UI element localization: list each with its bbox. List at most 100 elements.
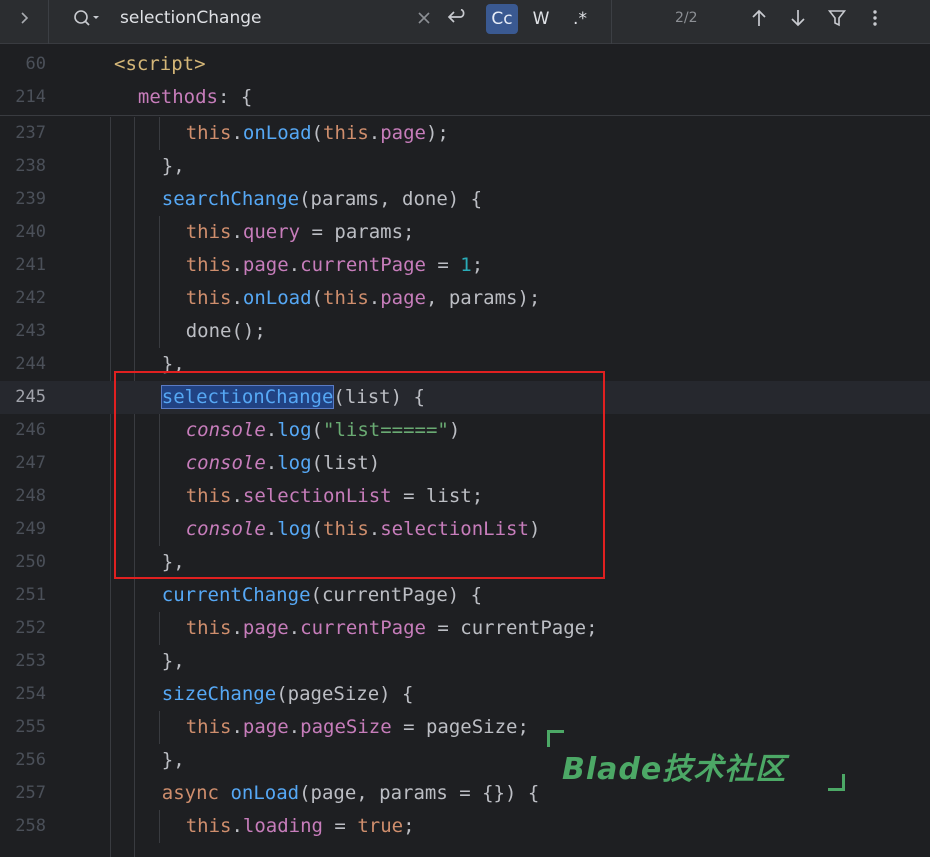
- code-line[interactable]: 258 this.loading = true;: [0, 810, 930, 843]
- code-token: =: [322, 815, 358, 837]
- code-token: page: [242, 254, 289, 276]
- find-bar: selectionChange Cc W .* 2/2: [0, 0, 930, 44]
- code-token: methods: [137, 86, 218, 108]
- code-token: ;: [403, 815, 415, 837]
- code-token: .: [231, 221, 243, 243]
- line-number: 257: [15, 783, 46, 803]
- code-line[interactable]: 240 this.query = params;: [0, 216, 930, 249]
- watermark-bracket-right: [828, 774, 845, 791]
- code-token: (currentPage) {: [310, 584, 483, 606]
- code-token: .: [288, 254, 301, 276]
- code-token: onLoad: [230, 782, 300, 804]
- expand-replace-chevron-icon[interactable]: [10, 0, 40, 36]
- code-line[interactable]: 237 this.onLoad(this.page);: [0, 117, 930, 150]
- line-number: 250: [15, 552, 46, 572]
- code-line[interactable]: 238},: [0, 150, 930, 183]
- code-text: },: [162, 150, 185, 183]
- code-text: },: [162, 744, 185, 777]
- line-number: 60: [25, 54, 46, 74]
- clear-search-icon[interactable]: [412, 0, 436, 36]
- code-line[interactable]: 257 async onLoad(page, params = {}) {: [0, 777, 930, 810]
- code-token: .: [231, 815, 243, 837]
- code-token: },: [161, 155, 185, 177]
- code-token: (params, done) {: [299, 188, 483, 210]
- code-line[interactable]: 60 <script>: [0, 48, 930, 81]
- code-line[interactable]: 243 done();: [0, 315, 930, 348]
- code-token: = pageSize;: [391, 716, 529, 738]
- line-number: 240: [15, 222, 46, 242]
- next-occurrence-arrow-down-icon[interactable]: [785, 0, 811, 36]
- code-token: page: [242, 617, 289, 639]
- code-token: (: [311, 122, 323, 144]
- line-number: 258: [15, 816, 46, 836]
- code-token: 1: [460, 254, 472, 276]
- code-text: },: [162, 645, 185, 678]
- code-token: (pageSize) {: [276, 683, 414, 705]
- code-token: , params);: [425, 287, 541, 309]
- code-token: },: [161, 650, 185, 672]
- words-toggle[interactable]: W: [526, 4, 556, 34]
- code-token: query: [242, 221, 301, 243]
- code-line[interactable]: 214 methods: {: [0, 81, 930, 114]
- code-line[interactable]: 242 this.onLoad(this.page, params);: [0, 282, 930, 315]
- code-text: async onLoad(page, params = {}) {: [162, 777, 540, 810]
- line-number: 214: [15, 87, 46, 107]
- watermark: Blade技术社区: [562, 752, 787, 787]
- previous-occurrence-arrow-up-icon[interactable]: [746, 0, 772, 36]
- more-options-icon[interactable]: [864, 0, 886, 36]
- line-number: 244: [15, 354, 46, 374]
- code-token: true: [357, 815, 404, 837]
- regex-toggle[interactable]: .*: [565, 4, 595, 34]
- code-token: },: [161, 749, 185, 771]
- code-token: <script>: [114, 53, 206, 75]
- code-text: done();: [186, 315, 266, 348]
- code-line[interactable]: 256},: [0, 744, 930, 777]
- code-token: .: [288, 617, 301, 639]
- code-token: this: [185, 617, 232, 639]
- code-text: this.query = params;: [186, 216, 415, 249]
- filter-icon[interactable]: [824, 0, 850, 36]
- code-line[interactable]: 255 this.page.pageSize = pageSize;: [0, 711, 930, 744]
- code-token: .: [231, 617, 243, 639]
- line-number: 242: [15, 288, 46, 308]
- search-input[interactable]: selectionChange: [120, 0, 262, 36]
- line-number: 239: [15, 189, 46, 209]
- code-token: (: [311, 287, 323, 309]
- code-token: : {: [217, 86, 253, 108]
- line-number: 245: [15, 387, 46, 407]
- code-token: page: [242, 716, 289, 738]
- code-token: .: [368, 287, 381, 309]
- line-number: 237: [15, 123, 46, 143]
- code-text: this.onLoad(this.page);: [186, 117, 449, 150]
- code-token: onLoad: [242, 287, 312, 309]
- code-line[interactable]: 252 this.page.currentPage = currentPage;: [0, 612, 930, 645]
- code-token: this: [323, 287, 369, 309]
- code-token: (page, params = {}) {: [299, 782, 540, 804]
- code-text: currentChange(currentPage) {: [162, 579, 482, 612]
- result-count: 2/2: [675, 10, 698, 26]
- code-token: .: [231, 716, 243, 738]
- sticky-lines-divider: [0, 115, 930, 116]
- new-line-icon[interactable]: [443, 0, 471, 36]
- code-token: this: [185, 815, 232, 837]
- line-number: 243: [15, 321, 46, 341]
- code-token: page: [380, 287, 426, 309]
- code-text: <script>: [114, 48, 206, 81]
- code-line[interactable]: 241 this.page.currentPage = 1;: [0, 249, 930, 282]
- code-token: loading: [242, 815, 323, 837]
- code-token: sizeChange: [161, 683, 277, 705]
- code-line[interactable]: 253},: [0, 645, 930, 678]
- code-text: this.loading = true;: [186, 810, 415, 843]
- search-history-icon[interactable]: [70, 0, 104, 36]
- code-line[interactable]: 254 sizeChange(pageSize) {: [0, 678, 930, 711]
- match-case-toggle[interactable]: Cc: [486, 4, 518, 34]
- code-text: this.onLoad(this.page, params);: [186, 282, 541, 315]
- code-line[interactable]: 239 searchChange(params, done) {: [0, 183, 930, 216]
- code-token: pageSize: [300, 716, 392, 738]
- code-token: this: [185, 716, 232, 738]
- code-token: = currentPage;: [425, 617, 598, 639]
- line-number: 255: [15, 717, 46, 737]
- code-text: this.page.currentPage = 1;: [186, 249, 484, 282]
- code-token: .: [231, 122, 243, 144]
- code-line[interactable]: 251 currentChange(currentPage) {: [0, 579, 930, 612]
